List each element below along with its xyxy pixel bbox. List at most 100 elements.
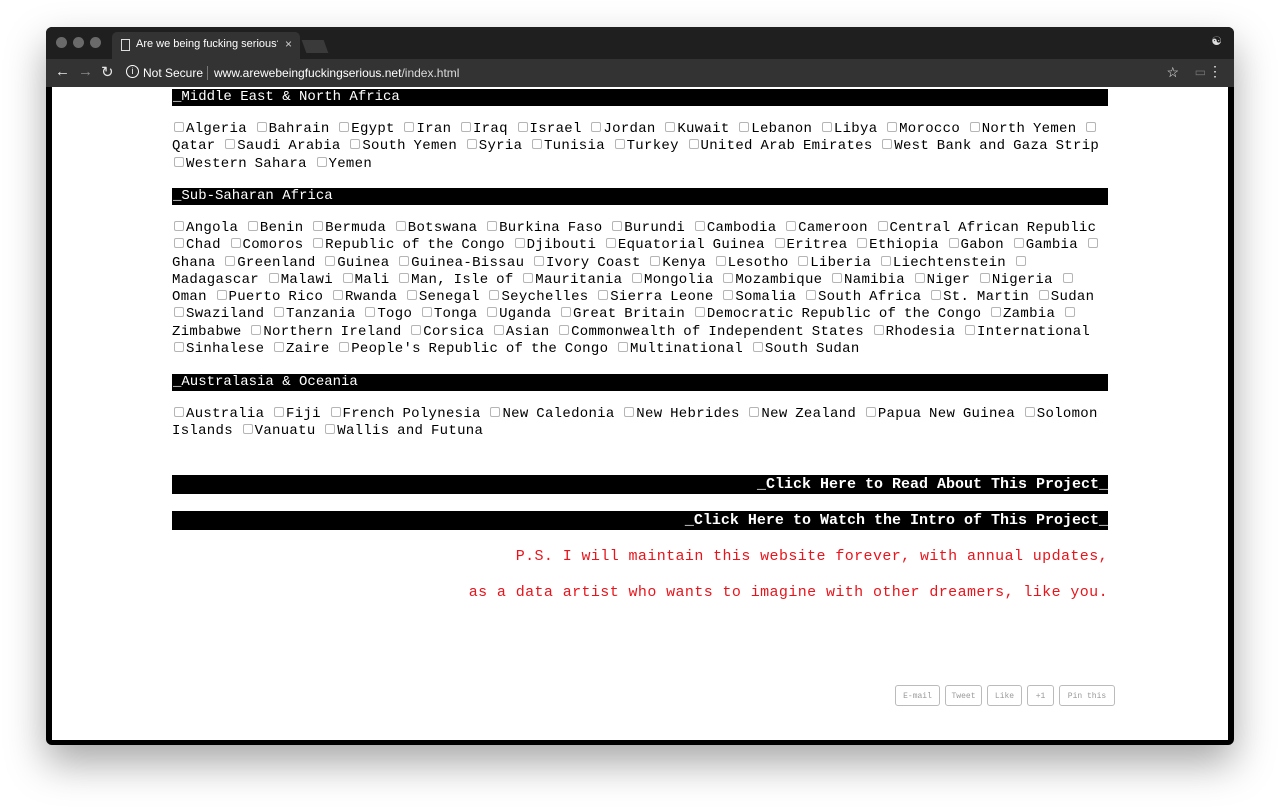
checkbox[interactable] [404, 122, 415, 132]
country-checkbox-item[interactable]: Tanzania [272, 306, 356, 322]
country-checkbox-item[interactable]: Morocco [885, 121, 960, 137]
checkbox[interactable] [1086, 122, 1097, 132]
checkbox[interactable] [174, 238, 184, 249]
country-checkbox-item[interactable]: Australia [172, 406, 264, 422]
checkbox[interactable] [489, 290, 500, 301]
country-checkbox-item[interactable]: Greenland [223, 255, 315, 271]
checkbox[interactable] [1015, 255, 1026, 266]
checkbox[interactable] [251, 324, 262, 335]
checkbox[interactable] [216, 290, 227, 301]
checkbox[interactable] [749, 407, 760, 417]
country-checkbox-item[interactable]: Eritrea [773, 237, 848, 253]
country-checkbox-item[interactable]: Zambia [989, 306, 1055, 322]
country-checkbox-item[interactable]: Burundi [610, 220, 685, 236]
country-checkbox-item[interactable]: Saudi Arabia [223, 138, 340, 154]
country-checkbox-item[interactable]: Fiji [272, 406, 321, 422]
country-checkbox-item[interactable]: Liberia [796, 255, 871, 271]
country-checkbox-item[interactable]: Togo [363, 306, 412, 322]
checkbox[interactable] [1024, 407, 1035, 417]
country-checkbox-item[interactable]: Lebanon [737, 121, 812, 137]
country-checkbox-item[interactable]: Western Sahara [172, 156, 307, 172]
checkbox[interactable] [857, 238, 868, 249]
country-checkbox-item[interactable]: International [963, 324, 1090, 340]
watch-intro-link[interactable]: _Click Here to Watch the Intro of This P… [172, 511, 1108, 530]
country-checkbox-item[interactable]: Zaire [272, 341, 330, 357]
close-icon[interactable]: × [285, 37, 292, 51]
country-checkbox-item[interactable]: Corsica [409, 324, 484, 340]
country-checkbox-item[interactable]: St. Martin [929, 289, 1029, 305]
checkbox[interactable] [752, 342, 763, 353]
country-checkbox-item[interactable]: Gambia [1012, 237, 1078, 253]
checkbox[interactable] [965, 324, 975, 335]
country-checkbox-item[interactable]: Mali [341, 272, 390, 288]
checkbox[interactable] [882, 139, 893, 150]
checkbox[interactable] [1064, 307, 1075, 318]
checkbox[interactable] [561, 307, 571, 318]
checkbox[interactable] [774, 238, 785, 249]
country-checkbox-item[interactable]: New Zealand [747, 406, 856, 422]
country-checkbox-item[interactable]: Mongolia [630, 272, 714, 288]
checkbox[interactable] [339, 122, 350, 132]
country-checkbox-item[interactable]: Niger [913, 272, 971, 288]
country-checkbox-item[interactable]: Democratic Republic of the Congo [693, 306, 981, 322]
country-checkbox-item[interactable]: Commonwealth of Independent States [557, 324, 864, 340]
checkbox[interactable] [969, 122, 980, 132]
checkbox[interactable] [739, 122, 750, 132]
tweet-button[interactable]: Tweet [945, 685, 982, 706]
back-icon[interactable]: ← [55, 63, 70, 80]
checkbox[interactable] [174, 221, 184, 231]
country-checkbox-item[interactable]: Mozambique [721, 272, 822, 288]
country-checkbox-item[interactable]: Ethiopia [855, 237, 939, 253]
country-checkbox-item[interactable]: Wallis and Futuna [323, 423, 483, 439]
checkbox[interactable] [723, 272, 734, 283]
country-checkbox-item[interactable]: Iraq [459, 121, 508, 137]
checkbox[interactable] [395, 221, 406, 231]
checkbox[interactable] [887, 122, 898, 132]
checkbox[interactable] [591, 122, 602, 132]
address-bar[interactable]: i Not Secure www.arewebeingfuckingseriou… [124, 61, 1164, 85]
checkbox[interactable] [533, 255, 544, 266]
checkbox[interactable] [490, 407, 501, 417]
checkbox[interactable] [598, 290, 609, 301]
browser-tab[interactable]: Are we being fucking serious? × [112, 32, 300, 59]
country-checkbox-item[interactable]: North Yemen [968, 121, 1077, 137]
checkbox[interactable] [247, 221, 258, 231]
country-checkbox-item[interactable]: French Polynesia [329, 406, 481, 422]
country-checkbox-item[interactable]: Yemen [315, 156, 373, 172]
country-checkbox-item[interactable]: Sudan [1037, 289, 1095, 305]
checkbox[interactable] [325, 255, 336, 266]
checkbox[interactable] [493, 324, 504, 335]
country-checkbox-item[interactable]: Cambodia [693, 220, 777, 236]
checkbox[interactable] [399, 272, 410, 283]
checkbox[interactable] [1038, 290, 1049, 301]
checkbox[interactable] [350, 139, 361, 150]
checkbox[interactable] [805, 290, 816, 301]
country-checkbox-item[interactable]: Malawi [267, 272, 333, 288]
country-checkbox-item[interactable]: South Africa [804, 289, 921, 305]
country-checkbox-item[interactable]: Vanuatu [241, 423, 316, 439]
checkbox[interactable] [399, 255, 410, 266]
checkbox[interactable] [225, 255, 236, 266]
forward-icon[interactable]: → [78, 63, 93, 80]
checkbox[interactable] [931, 290, 942, 301]
country-checkbox-item[interactable]: Guinea [323, 255, 389, 271]
country-checkbox-item[interactable]: Botswana [394, 220, 478, 236]
checkbox[interactable] [632, 272, 642, 283]
checkbox[interactable] [650, 255, 661, 266]
checkbox[interactable] [174, 342, 184, 353]
country-checkbox-item[interactable]: Comoros [229, 237, 304, 253]
country-checkbox-item[interactable]: Somalia [721, 289, 796, 305]
checkbox[interactable] [313, 221, 324, 231]
checkbox[interactable] [487, 221, 498, 231]
checkbox[interactable] [612, 221, 623, 231]
checkbox[interactable] [325, 424, 336, 435]
country-checkbox-item[interactable]: New Hebrides [622, 406, 739, 422]
email-share-button[interactable]: E-mail [895, 685, 940, 706]
reload-icon[interactable]: ↻ [101, 63, 114, 81]
country-checkbox-item[interactable]: Great Britain [559, 306, 685, 322]
country-checkbox-item[interactable]: Swaziland [172, 306, 264, 322]
checkbox[interactable] [877, 221, 888, 231]
country-checkbox-item[interactable]: Puerto Rico [215, 289, 324, 305]
country-checkbox-item[interactable]: Namibia [830, 272, 905, 288]
close-window-button[interactable] [56, 37, 67, 48]
